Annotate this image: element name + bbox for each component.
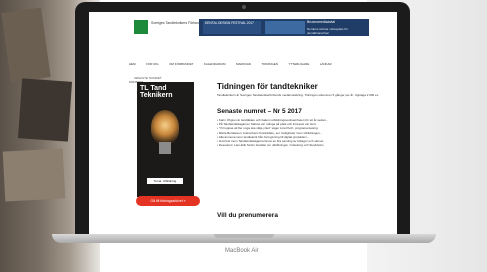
nav-item-tidningen[interactable]: TIDNINGEN [261, 62, 278, 66]
device-brand: MacBook Air [225, 248, 259, 254]
nav-item-for-dig[interactable]: FÖR DIG [146, 62, 159, 66]
page-title: Tidningen för tandtekniker [217, 82, 318, 91]
site-header: Sveriges Tandteknikers Förbund DENTAL DE… [89, 12, 397, 42]
nav-item-ytterligare[interactable]: YTTERLIGARE [288, 62, 309, 66]
intro-text: Tandteknikern är Sveriges Tandteknikerfö… [217, 93, 380, 97]
logo-icon[interactable] [134, 20, 148, 34]
cover-masthead: TL Tand Teknikern [140, 85, 173, 99]
magazine-cover [17, 78, 73, 142]
photo-stage: Sveriges Tandteknikers Förbund DENTAL DE… [0, 0, 487, 272]
lightbulb-icon [151, 110, 179, 144]
ad-banner[interactable]: DENTAL DESIGN FESTIVAL 2017 Bruxnomediaa… [199, 19, 369, 36]
laptop-screen: Sveriges Tandteknikers Förbund DENTAL DE… [89, 12, 397, 234]
archive-button[interactable]: Gå till tidningsarkivet » [136, 196, 200, 206]
nav-item-kalendarium[interactable]: KALENDARIUM [204, 62, 226, 66]
subscribe-heading: Vill du prenumerera [217, 212, 278, 219]
magazine-cover-image[interactable]: TL Tand Teknikern Tema: Utbildning [137, 82, 194, 197]
issue-heading: Senaste numret – Nr 5 2017 [217, 108, 302, 115]
nav-item-om[interactable]: OM FÖRBUNDET [169, 62, 193, 66]
bulb-socket [159, 142, 171, 154]
main-nav: HEM FÖR DIG OM FÖRBUNDET KALENDARIUM MAR… [129, 52, 349, 84]
banner-subtitle: Nordens största mötesplats för dentalbra… [307, 27, 348, 35]
nav-item-marknad[interactable]: MARKNAD [236, 62, 251, 66]
breadcrumb: SENASTE NUMRET [134, 76, 162, 80]
banner-left: DENTAL DESIGN FESTIVAL 2017 [203, 21, 261, 34]
banner-image [265, 21, 305, 34]
list-item: • Dessutom: Lars-Erik Ström berättar om … [217, 143, 325, 148]
nav-item-home[interactable]: HEM [129, 62, 136, 66]
cover-tag: Tema: Utbildning [147, 178, 183, 184]
laptop-notch [214, 234, 274, 238]
magazine-cover [1, 7, 51, 83]
magazine-cover [2, 148, 66, 202]
issue-list: • Karin Öhgren är tandläkare och bakom u… [217, 118, 387, 147]
camera-icon [242, 5, 246, 9]
banner-title: Bruxnomediaavtal [307, 20, 336, 24]
logo-text: Sveriges Tandteknikers Förbund [151, 21, 202, 25]
nav-item-lankar[interactable]: LÄNKAR [320, 62, 332, 66]
